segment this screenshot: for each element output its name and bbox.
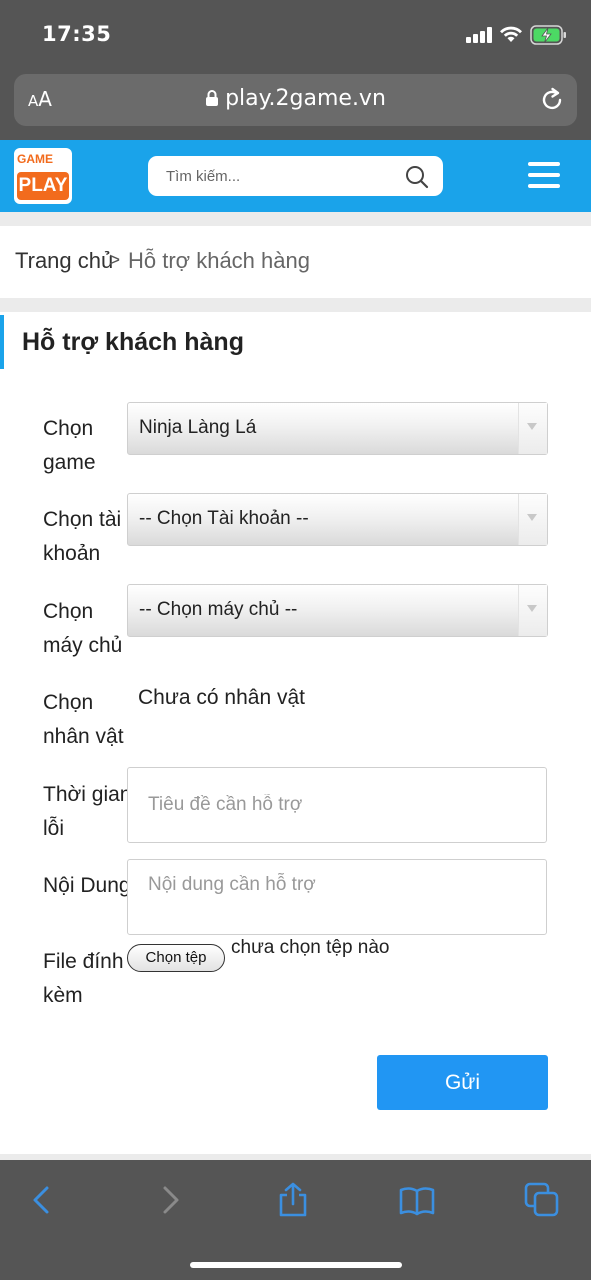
game-select-value: Ninja Làng Lá xyxy=(139,417,257,438)
search-icon[interactable] xyxy=(405,165,429,189)
reload-icon[interactable] xyxy=(539,87,565,113)
wifi-icon xyxy=(500,26,522,42)
file-label: File đính kèm xyxy=(43,945,133,1013)
battery-charging-icon xyxy=(530,25,566,45)
logo-bottom-text: PLAY xyxy=(17,172,69,200)
status-bar: 17:35 AA play.2game.vn xyxy=(0,0,591,140)
account-label-line1: Chọn tài xyxy=(43,508,122,531)
chevron-down-icon xyxy=(527,423,537,430)
account-label: Chọn tài khoản xyxy=(43,503,129,571)
bookmarks-icon[interactable] xyxy=(399,1182,435,1218)
account-select[interactable]: -- Chọn Tài khoản -- xyxy=(127,493,548,546)
game-label-line2: game xyxy=(43,451,96,474)
error-time-input[interactable] xyxy=(127,767,547,843)
account-label-line2: khoản xyxy=(43,542,101,565)
error-time-label-line1: Thời gian xyxy=(43,783,132,806)
search-input[interactable] xyxy=(158,156,398,196)
forward-arrow-icon[interactable] xyxy=(152,1182,188,1218)
game-label: Chọn game xyxy=(43,412,129,480)
content-label: Nội Dung xyxy=(43,869,133,903)
tabs-icon[interactable] xyxy=(524,1182,560,1218)
home-indicator[interactable] xyxy=(190,1262,402,1268)
support-form-panel: Hỗ trợ khách hàng Chọn game Ninja Làng L… xyxy=(0,312,591,1154)
logo-top-text: GAME xyxy=(17,152,53,166)
status-time: 17:35 xyxy=(42,22,112,46)
character-label: Chọn nhân vật xyxy=(43,686,129,754)
breadcrumb: Trang chủ > Hỗ trợ khách hàng xyxy=(0,226,591,298)
server-label-line2: máy chủ xyxy=(43,634,123,657)
search-box xyxy=(148,156,443,196)
server-select[interactable]: -- Chọn máy chủ -- xyxy=(127,584,548,637)
server-select-value: -- Chọn máy chủ -- xyxy=(139,599,298,620)
server-label: Chọn máy chủ xyxy=(43,595,129,663)
account-select-value: -- Chọn Tài khoản -- xyxy=(139,508,309,529)
server-label-line1: Chọn xyxy=(43,600,94,623)
site-header: GAME PLAY xyxy=(0,140,591,212)
cellular-signal-icon xyxy=(466,27,494,43)
share-icon[interactable] xyxy=(275,1182,311,1218)
submit-button[interactable]: Gửi xyxy=(377,1055,548,1110)
site-logo[interactable]: GAME PLAY xyxy=(14,148,72,204)
file-label-line1: File đính xyxy=(43,950,124,973)
character-label-line1: Chọn xyxy=(43,691,94,714)
address-bar[interactable]: AA play.2game.vn xyxy=(14,74,577,126)
character-label-line2: nhân vật xyxy=(43,725,124,748)
chevron-down-icon xyxy=(527,514,537,521)
url-text: play.2game.vn xyxy=(225,86,386,111)
file-label-line2: kèm xyxy=(43,984,83,1007)
breadcrumb-separator: > xyxy=(109,250,121,271)
hamburger-menu-icon[interactable] xyxy=(528,160,562,190)
content-textarea[interactable] xyxy=(127,859,547,935)
error-time-label: Thời gian lỗi xyxy=(43,778,133,846)
error-time-label-line2: lỗi xyxy=(43,817,65,840)
lock-icon xyxy=(206,90,219,106)
game-label-line1: Chọn xyxy=(43,417,94,440)
file-status-text: chưa chọn tệp nào xyxy=(231,937,390,958)
url-field[interactable]: play.2game.vn xyxy=(14,86,577,111)
back-arrow-icon[interactable] xyxy=(24,1182,60,1218)
breadcrumb-home-link[interactable]: Trang chủ xyxy=(15,248,113,274)
chevron-down-icon xyxy=(527,605,537,612)
page-title: Hỗ trợ khách hàng xyxy=(0,315,244,369)
content-label-text: Nội Dung xyxy=(43,874,131,897)
choose-file-button[interactable]: Chọn tệp xyxy=(127,944,225,972)
game-select[interactable]: Ninja Làng Lá xyxy=(127,402,548,455)
breadcrumb-current: Hỗ trợ khách hàng xyxy=(128,248,310,273)
character-value: Chưa có nhân vật xyxy=(138,686,305,709)
